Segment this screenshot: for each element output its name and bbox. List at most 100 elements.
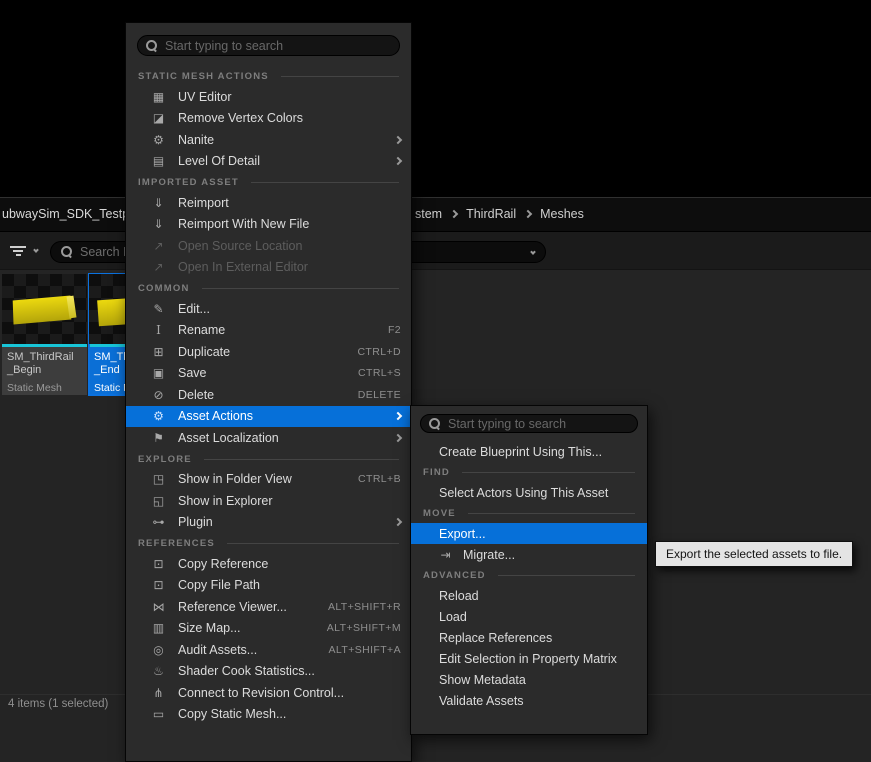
section-header-common: COMMON (126, 278, 411, 298)
menu-item-uv-editor[interactable]: ▦ UV Editor (126, 86, 411, 108)
menu-item-open-source-location[interactable]: ↗ Open Source Location (126, 235, 411, 257)
menu-item-replace-references[interactable]: Replace References (411, 627, 647, 648)
menu-item-shader-cook-statistics[interactable]: ♨ Shader Cook Statistics... (126, 661, 411, 683)
remove-vertex-colors-icon: ◪ (150, 111, 167, 125)
menu-item-reimport-with-new-file[interactable]: ⇓ Reimport With New File (126, 214, 411, 236)
delete-icon: ⊘ (150, 388, 167, 402)
section-divider (227, 543, 399, 544)
show-in-folder-view-icon: ◳ (150, 472, 167, 486)
rename-icon: I (150, 323, 167, 337)
section-header-advanced: ADVANCED (411, 565, 647, 585)
section-divider (498, 575, 635, 576)
section-divider (202, 288, 399, 289)
show-in-explorer-icon: ◱ (150, 494, 167, 508)
audit-assets-icon: ◎ (150, 643, 167, 657)
copy-file-path-icon: ⊡ (150, 578, 167, 592)
menu-item-create-blueprint-using-this[interactable]: Create Blueprint Using This... (411, 441, 647, 462)
menu-item-show-in-folder-view[interactable]: ◳ Show in Folder View CTRL+B (126, 469, 411, 491)
open-source-location-icon: ↗ (150, 239, 167, 253)
shortcut-label: CTRL+S (358, 367, 401, 379)
menu-search-placeholder: Start typing to search (165, 39, 283, 53)
search-icon (61, 246, 73, 258)
section-header-explore: EXPLORE (126, 449, 411, 469)
menu-item-reload[interactable]: Reload (411, 585, 647, 606)
asset-tile-sm-thirdrail-begin[interactable]: SM_ThirdRail _Begin Static Mesh (2, 274, 87, 395)
menu-item-connect-to-revision-control[interactable]: ⋔ Connect to Revision Control... (126, 682, 411, 704)
menu-item-open-in-external-editor[interactable]: ↗ Open In External Editor (126, 257, 411, 279)
open-in-external-editor-icon: ↗ (150, 260, 167, 274)
section-divider (251, 182, 399, 183)
menu-item-edit-selection-in-property-matrix[interactable]: Edit Selection in Property Matrix (411, 648, 647, 669)
menu-item-delete[interactable]: ⊘ Delete DELETE (126, 384, 411, 406)
menu-item-duplicate[interactable]: ⊞ Duplicate CTRL+D (126, 341, 411, 363)
menu-item-plugin[interactable]: ⊶ Plugin (126, 512, 411, 534)
section-header-references: REFERENCES (126, 533, 411, 553)
asset-thumbnail (2, 274, 87, 344)
asset-localization-icon: ⚑ (150, 431, 167, 445)
filter-icon (10, 246, 26, 258)
shortcut-label: F2 (388, 324, 401, 336)
section-divider (468, 513, 635, 514)
menu-item-copy-file-path[interactable]: ⊡ Copy File Path (126, 575, 411, 597)
menu-item-remove-vertex-colors[interactable]: ◪ Remove Vertex Colors (126, 108, 411, 130)
menu-item-migrate[interactable]: ⇥ Migrate... (411, 544, 647, 565)
edit-icon: ✎ (150, 302, 167, 316)
submenu-arrow-icon (394, 136, 402, 144)
asset-actions-icon: ⚙ (150, 409, 167, 423)
save-icon: ▣ (150, 366, 167, 380)
menu-item-level-of-detail[interactable]: ▤ Level Of Detail (126, 151, 411, 173)
revision-control-icon: ⋔ (150, 686, 167, 700)
reimport-icon: ⇓ (150, 196, 167, 210)
menu-item-asset-localization[interactable]: ⚑ Asset Localization (126, 427, 411, 449)
reference-viewer-icon: ⋈ (150, 600, 167, 614)
menu-search-input[interactable]: Start typing to search (137, 35, 400, 56)
section-divider (204, 459, 399, 460)
menu-item-size-map[interactable]: ▥ Size Map... ALT+SHIFT+M (126, 618, 411, 640)
asset-name: SM_ThirdRail _Begin (2, 347, 87, 377)
shortcut-label: ALT+SHIFT+R (328, 601, 401, 613)
menu-item-nanite[interactable]: ⚙ Nanite (126, 129, 411, 151)
duplicate-icon: ⊞ (150, 345, 167, 359)
menu-item-reimport[interactable]: ⇓ Reimport (126, 192, 411, 214)
section-header-find: FIND (411, 462, 647, 482)
search-icon (429, 418, 441, 430)
menu-item-show-in-explorer[interactable]: ◱ Show in Explorer (126, 490, 411, 512)
menu-item-rename[interactable]: I Rename F2 (126, 320, 411, 342)
section-header-static-mesh-actions: STATIC MESH ACTIONS (126, 66, 411, 86)
shortcut-label: DELETE (358, 389, 401, 401)
tooltip: Export the selected assets to file. (655, 541, 853, 567)
level-of-detail-icon: ▤ (150, 154, 167, 168)
menu-item-select-actors-using-this-asset[interactable]: Select Actors Using This Asset (411, 482, 647, 503)
nanite-icon: ⚙ (150, 133, 167, 147)
menu-item-audit-assets[interactable]: ◎ Audit Assets... ALT+SHIFT+A (126, 639, 411, 661)
saved-search-chevron-icon[interactable] (530, 249, 536, 255)
submenu-arrow-icon (394, 434, 402, 442)
menu-item-copy-static-mesh[interactable]: ▭ Copy Static Mesh... (126, 704, 411, 726)
filter-dropdown-chevron-icon[interactable] (33, 247, 39, 253)
menu-item-validate-assets[interactable]: Validate Assets (411, 690, 647, 711)
menu-item-reference-viewer[interactable]: ⋈ Reference Viewer... ALT+SHIFT+R (126, 596, 411, 618)
menu-item-edit[interactable]: ✎ Edit... (126, 298, 411, 320)
uv-editor-icon: ▦ (150, 90, 167, 104)
submenu-arrow-icon (394, 157, 402, 165)
section-divider (462, 472, 635, 473)
menu-item-load[interactable]: Load (411, 606, 647, 627)
copy-reference-icon: ⊡ (150, 557, 167, 571)
menu-item-show-metadata[interactable]: Show Metadata (411, 669, 647, 690)
menu-item-copy-reference[interactable]: ⊡ Copy Reference (126, 553, 411, 575)
content-browser-tab-label[interactable]: ubwaySim_SDK_Testp (2, 207, 129, 221)
menu-item-asset-actions[interactable]: ⚙ Asset Actions (126, 406, 411, 428)
submenu-search-input[interactable]: Start typing to search (420, 414, 638, 433)
copy-static-mesh-icon: ▭ (150, 707, 167, 721)
breadcrumb-item[interactable]: Meshes (540, 207, 584, 221)
filter-button[interactable] (10, 245, 26, 263)
menu-item-export[interactable]: Export... (411, 523, 647, 544)
static-mesh-preview (13, 295, 72, 324)
breadcrumb-item[interactable]: ThirdRail (466, 207, 516, 221)
reimport-with-new-file-icon: ⇓ (150, 217, 167, 231)
breadcrumb-item[interactable]: stem (415, 207, 442, 221)
submenu-arrow-icon (394, 412, 402, 420)
section-divider (281, 76, 399, 77)
asset-type-label: Static Mesh (2, 382, 87, 394)
menu-item-save[interactable]: ▣ Save CTRL+S (126, 363, 411, 385)
